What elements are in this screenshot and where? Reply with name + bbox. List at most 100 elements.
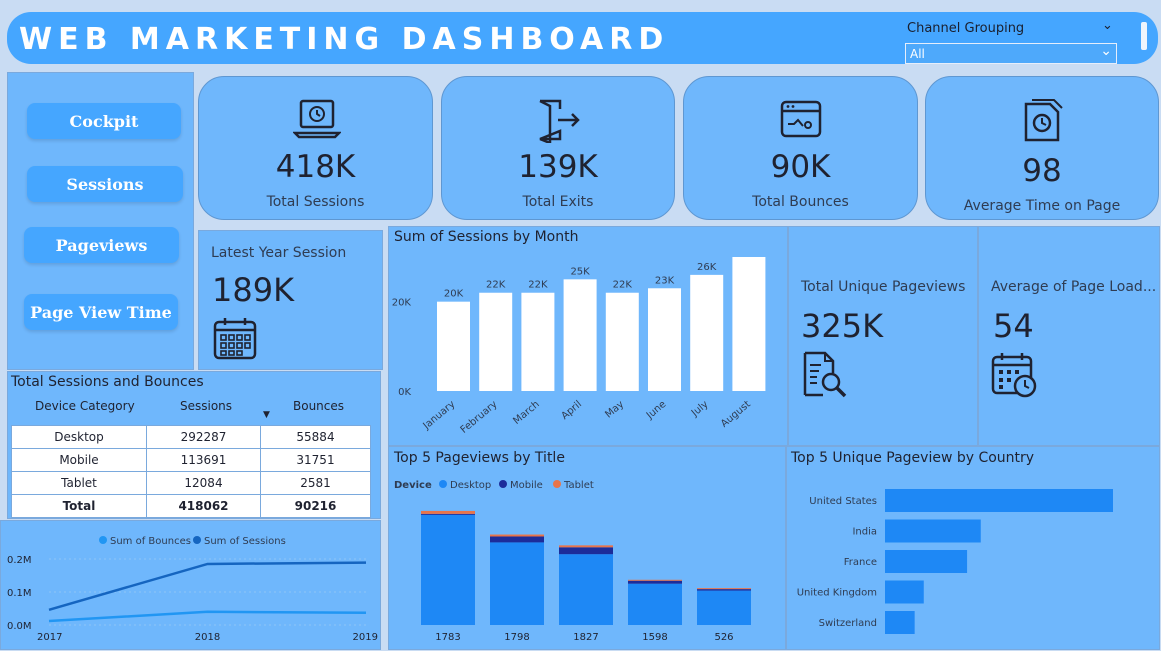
data-label: 22K bbox=[613, 280, 633, 291]
kpi-label: Total Sessions bbox=[266, 194, 365, 210]
data-label: 23K bbox=[655, 275, 675, 286]
legend-marker bbox=[499, 480, 507, 488]
column-header-sessions[interactable]: Sessions bbox=[180, 399, 232, 413]
bar bbox=[521, 292, 555, 391]
document-search-icon bbox=[803, 351, 847, 398]
cell-total-bounces: 90216 bbox=[260, 494, 371, 518]
nav-pageviews-button[interactable]: Pageviews bbox=[24, 227, 179, 263]
legend-marker bbox=[439, 480, 447, 488]
nav-sessions-button[interactable]: Sessions bbox=[27, 166, 183, 202]
bar-segment bbox=[559, 554, 613, 625]
bar-segment bbox=[490, 534, 544, 537]
chevron-down-icon[interactable]: ⌄ bbox=[1102, 18, 1113, 33]
table-row[interactable]: Tablet 12084 2581 bbox=[11, 471, 371, 495]
nav-page-view-time-button[interactable]: Page View Time bbox=[24, 294, 178, 330]
top5-country-panel: Top 5 Unique Pageview by Country United … bbox=[786, 446, 1160, 650]
x-tick-label: January bbox=[421, 399, 458, 432]
bar-segment bbox=[559, 547, 613, 555]
y-tick-label: 0.2M bbox=[7, 555, 32, 566]
column-header-bounces[interactable]: Bounces bbox=[293, 399, 344, 413]
bar-segment bbox=[490, 542, 544, 625]
cell-bounces: 2581 bbox=[260, 471, 371, 495]
column-header-device[interactable]: Device Category bbox=[35, 399, 135, 413]
bar bbox=[885, 550, 968, 573]
x-tick-label: April bbox=[559, 399, 584, 422]
bar-segment bbox=[421, 514, 475, 625]
bar-segment bbox=[628, 583, 682, 625]
legend-marker bbox=[99, 536, 107, 544]
table-total-row: Total 418062 90216 bbox=[11, 494, 371, 518]
latest-year-value: 189K bbox=[212, 271, 295, 309]
dashboard-title: WEB MARKETING DASHBOARD bbox=[19, 22, 670, 57]
cell-bounces: 55884 bbox=[260, 425, 371, 449]
data-label: 20K bbox=[444, 289, 464, 300]
x-tick-label: 1598 bbox=[642, 632, 667, 643]
header-bar: WEB MARKETING DASHBOARD Channel Grouping… bbox=[7, 12, 1158, 64]
bar bbox=[732, 257, 766, 391]
exit-door-icon bbox=[539, 99, 580, 143]
x-tick-label: 1827 bbox=[573, 632, 598, 643]
table-row[interactable]: Desktop 292287 55884 bbox=[11, 425, 371, 449]
kpi-value: 418K bbox=[275, 149, 356, 185]
table-row[interactable]: Mobile 113691 31751 bbox=[11, 448, 371, 472]
kpi-card-total-exits: 139K Total Exits bbox=[441, 76, 675, 220]
y-tick-label: United States bbox=[809, 496, 877, 507]
legend-marker bbox=[193, 536, 201, 544]
cell-total-sessions: 418062 bbox=[146, 494, 261, 518]
kpi-value: 139K bbox=[518, 149, 598, 185]
bar-segment bbox=[421, 510, 475, 514]
bar bbox=[885, 611, 915, 634]
sessions-bounces-table-panel: Total Sessions and Bounces Device Catego… bbox=[7, 371, 381, 519]
x-tick-label: 2017 bbox=[37, 632, 62, 643]
unique-pageviews-card: Total Unique Pageviews 325K bbox=[788, 226, 978, 446]
series-line bbox=[48, 561, 367, 612]
nav-cockpit-button[interactable]: Cockpit bbox=[27, 103, 181, 139]
bar bbox=[563, 279, 597, 391]
legend-label: Mobile bbox=[510, 480, 543, 491]
x-tick-label: June bbox=[644, 399, 669, 422]
legend-marker bbox=[553, 480, 561, 488]
page-load-card: Average of Page Load... 54 bbox=[978, 226, 1160, 446]
kpi-label: Total Bounces bbox=[752, 194, 849, 210]
nav-panel: Cockpit Sessions Pageviews Page View Tim… bbox=[7, 72, 194, 370]
scroll-handle[interactable] bbox=[1141, 22, 1147, 50]
legend-title: Device bbox=[394, 480, 432, 491]
channel-filter-select[interactable]: All ⌄ bbox=[905, 43, 1117, 64]
bar-segment bbox=[421, 513, 475, 515]
unique-pageviews-label: Total Unique Pageviews bbox=[801, 279, 966, 295]
bar-segment bbox=[490, 536, 544, 543]
cell-device: Tablet bbox=[11, 471, 147, 495]
legend-label: Tablet bbox=[563, 480, 594, 491]
data-label: 22K bbox=[528, 280, 548, 291]
y-tick-label: Switzerland bbox=[819, 618, 877, 629]
chevron-down-icon: ⌄ bbox=[1100, 43, 1112, 59]
data-label: 26K bbox=[697, 262, 717, 273]
legend-label: Sum of Bounces bbox=[110, 536, 191, 547]
kpi-value: 90K bbox=[770, 149, 831, 185]
latest-year-label: Latest Year Session bbox=[211, 245, 347, 261]
x-tick-label: February bbox=[459, 399, 500, 436]
latest-year-session-card: Latest Year Session 189K bbox=[198, 230, 383, 370]
calendar-icon bbox=[213, 318, 257, 360]
kpi-card-total-sessions: 418K Total Sessions bbox=[198, 76, 433, 220]
unique-pageviews-value: 325K bbox=[801, 307, 884, 345]
top5-pageviews-panel: Top 5 Pageviews by Title Device Desktop Mo… bbox=[388, 446, 786, 650]
bar bbox=[648, 288, 681, 391]
data-label: 25K bbox=[570, 266, 590, 277]
channel-filter-value: All bbox=[910, 47, 925, 61]
laptop-clock-icon bbox=[293, 99, 341, 139]
y-tick-label: 0.1M bbox=[7, 588, 32, 599]
sessions-bounces-line-panel: Sum of Bounces Sum of Sessions 0.0M 0.1M 0.2… bbox=[0, 520, 381, 650]
kpi-value: 98 bbox=[1022, 153, 1062, 189]
x-tick-label: May bbox=[603, 399, 626, 421]
x-tick-label: July bbox=[689, 399, 711, 420]
sessions-bounces-table: Desktop 292287 55884 Mobile 113691 31751 Tab… bbox=[11, 425, 371, 518]
sessions-bounces-line-chart: Sum of Bounces Sum of Sessions 0.0M 0.1M 0.2… bbox=[7, 536, 378, 643]
cell-sessions: 12084 bbox=[146, 471, 261, 495]
bar bbox=[479, 292, 513, 391]
y-tick-label: 0.0M bbox=[7, 621, 32, 632]
bar bbox=[885, 489, 1113, 512]
cell-device: Desktop bbox=[11, 425, 147, 449]
sort-descending-icon[interactable]: ▼ bbox=[263, 410, 270, 420]
bar-segment bbox=[628, 579, 682, 581]
